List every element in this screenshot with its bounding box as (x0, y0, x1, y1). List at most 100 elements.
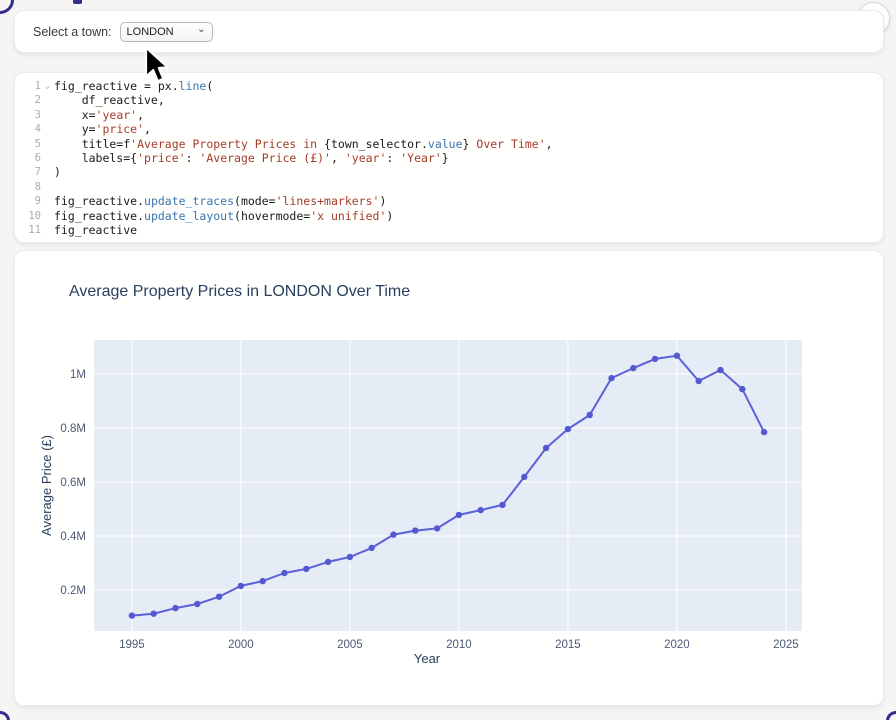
code-text: df_reactive, (54, 93, 883, 107)
line-chart[interactable]: 1995 2000 2005 2010 2015 2020 2025 0.2M 0.4M 0.6M… (15, 251, 883, 705)
chevron-down-icon: ⌄ (197, 25, 205, 35)
y-tick-label: 0.8M (60, 423, 86, 435)
fold-spacer (41, 122, 54, 136)
x-tick-label: 2010 (446, 639, 472, 651)
data-point[interactable] (696, 378, 702, 384)
code-text: fig_reactive.update_layout(hovermode='x … (54, 209, 883, 223)
y-tick-label: 1M (70, 369, 86, 381)
y-tick-label: 0.2M (60, 585, 86, 597)
line-number: 8 (15, 180, 41, 194)
data-point[interactable] (260, 578, 266, 584)
line-number: 5 (15, 137, 41, 151)
data-point[interactable] (543, 445, 549, 451)
data-point[interactable] (238, 583, 244, 589)
data-point[interactable] (369, 545, 375, 551)
town-select-label: Select a town: (33, 25, 112, 39)
corner-arc-decoration (0, 711, 10, 720)
code-text: labels={'price': 'Average Price (£)', 'y… (54, 151, 883, 165)
chart-output-cell: Average Property Prices in LONDON Over T… (14, 250, 884, 706)
line-number: 3 (15, 108, 41, 122)
fold-spacer (41, 194, 54, 208)
y-axis-title: Average Price (£) (39, 435, 54, 536)
code-text: ) (54, 165, 883, 179)
code-editor-cell[interactable]: 1⌄fig_reactive = px.line(2 df_reactive,3… (14, 72, 884, 243)
code-line[interactable]: 2 df_reactive, (15, 93, 883, 107)
fold-spacer (41, 165, 54, 179)
code-line[interactable]: 8 (15, 180, 883, 194)
fold-spacer (41, 223, 54, 237)
data-point[interactable] (151, 611, 157, 617)
corner-arc-decoration (886, 711, 896, 720)
data-point[interactable] (608, 375, 614, 381)
x-tick-label: 2015 (555, 639, 581, 651)
code-line[interactable]: 4 y='price', (15, 122, 883, 136)
code-text: fig_reactive (54, 223, 883, 237)
code-line[interactable]: 7) (15, 165, 883, 179)
plot-area (94, 340, 802, 631)
data-point[interactable] (739, 386, 745, 392)
data-point[interactable] (194, 601, 200, 607)
fold-spacer (41, 108, 54, 122)
data-point[interactable] (761, 429, 767, 435)
fold-spacer (41, 209, 54, 223)
data-point[interactable] (172, 605, 178, 611)
code-line[interactable]: 5 title=f'Average Property Prices in {to… (15, 137, 883, 151)
data-point[interactable] (347, 554, 353, 560)
data-point[interactable] (303, 566, 309, 572)
x-tick-label: 2000 (228, 639, 254, 651)
x-tick-label: 2005 (337, 639, 363, 651)
x-tick-label: 2025 (773, 639, 799, 651)
x-axis-title: Year (414, 651, 441, 666)
data-point[interactable] (565, 426, 571, 432)
code-text: y='price', (54, 122, 883, 136)
data-point[interactable] (281, 570, 287, 576)
code-text: fig_reactive.update_traces(mode='lines+m… (54, 194, 883, 208)
code-text: fig_reactive = px.line( (54, 79, 883, 93)
line-number: 1 (15, 79, 41, 93)
data-point[interactable] (216, 594, 222, 600)
code-text: title=f'Average Property Prices in {town… (54, 137, 883, 151)
fold-spacer (41, 151, 54, 165)
data-point[interactable] (499, 502, 505, 508)
data-point[interactable] (129, 612, 135, 618)
line-number: 10 (15, 209, 41, 223)
fold-spacer (41, 137, 54, 151)
line-number: 2 (15, 93, 41, 107)
top-edge-mark-decoration (73, 0, 82, 4)
data-point[interactable] (652, 356, 658, 362)
town-select-value: LONDON (127, 26, 174, 38)
corner-arc-decoration (0, 0, 14, 14)
data-point[interactable] (412, 527, 418, 533)
data-point[interactable] (674, 353, 680, 359)
y-tick-label: 0.6M (60, 477, 86, 489)
line-number: 4 (15, 122, 41, 136)
code-line[interactable]: 3 x='year', (15, 108, 883, 122)
code-text: x='year', (54, 108, 883, 122)
mouse-cursor-icon (143, 46, 173, 86)
fold-chevron-icon[interactable]: ⌄ (41, 79, 54, 93)
data-point[interactable] (325, 559, 331, 565)
data-point[interactable] (630, 365, 636, 371)
x-tick-label: 1995 (119, 639, 145, 651)
data-point[interactable] (521, 474, 527, 480)
data-point[interactable] (434, 525, 440, 531)
fold-spacer (41, 180, 54, 194)
data-point[interactable] (717, 367, 723, 373)
data-point[interactable] (478, 507, 484, 513)
code-line[interactable]: 9 fig_reactive.update_traces(mode='lines+… (15, 194, 883, 208)
data-point[interactable] (587, 412, 593, 418)
y-tick-label: 0.4M (60, 531, 86, 543)
line-number: 7 (15, 165, 41, 179)
code-line[interactable]: 10 fig_reactive.update_layout(hovermode='… (15, 209, 883, 223)
x-tick-label: 2020 (664, 639, 690, 651)
fold-spacer (41, 93, 54, 107)
data-point[interactable] (456, 512, 462, 518)
code-line[interactable]: 11 fig_reactive (15, 223, 883, 237)
line-number: 11 (15, 223, 41, 237)
code-lines: 1⌄fig_reactive = px.line(2 df_reactive,3… (15, 79, 883, 237)
line-number: 9 (15, 194, 41, 208)
code-text (54, 180, 883, 194)
code-line[interactable]: 6 labels={'price': 'Average Price (£)', … (15, 151, 883, 165)
data-point[interactable] (390, 531, 396, 537)
town-select-dropdown[interactable]: LONDON ⌄ (120, 22, 213, 42)
